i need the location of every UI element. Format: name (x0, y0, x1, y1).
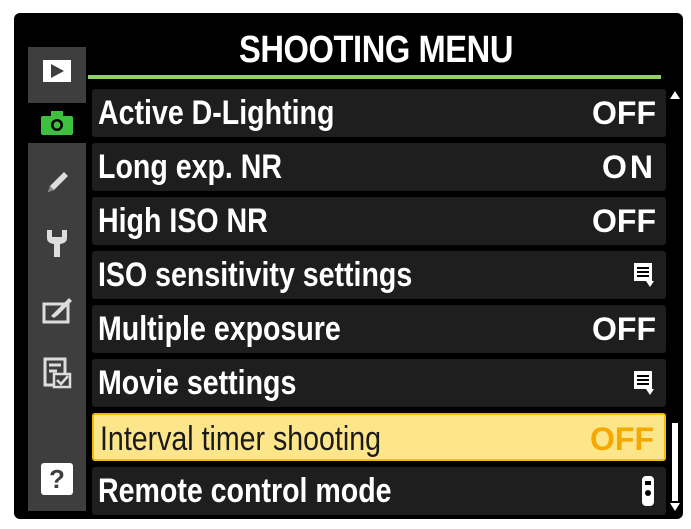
shooting-menu-tab[interactable] (28, 103, 86, 143)
custom-settings-tab[interactable] (28, 163, 86, 203)
menu-tabs-sidebar: ? (28, 47, 86, 511)
recent-settings-tab[interactable] (28, 353, 86, 393)
scroll-up-arrow-icon (670, 91, 680, 99)
camera-lcd-screen: SHOOTING MENU ? Active D-Lighting OFF Lo… (14, 13, 683, 519)
menu-list: Active D-Lighting OFF Long exp. NR ON Hi… (92, 89, 666, 519)
menu-title: SHOOTING MENU (238, 28, 514, 71)
menu-item-label: Interval timer shooting (100, 420, 381, 458)
menu-item-value: OFF (590, 421, 654, 457)
menu-item-label: Multiple exposure (98, 310, 341, 348)
menu-item-active-d-lighting[interactable]: Active D-Lighting OFF (92, 89, 666, 137)
setup-menu-tab[interactable] (28, 223, 86, 263)
menu-item-label: High ISO NR (98, 202, 268, 240)
menu-item-long-exp-nr[interactable]: Long exp. NR ON (92, 143, 666, 191)
retouch-menu-tab[interactable] (28, 291, 86, 331)
scrollbar[interactable] (670, 91, 680, 511)
menu-item-label: Movie settings (98, 364, 297, 402)
title-underline (88, 75, 661, 79)
remote-icon (642, 476, 654, 506)
menu-item-value: OFF (592, 311, 656, 347)
menu-item-remote-control-mode[interactable]: Remote control mode (92, 467, 666, 515)
menu-item-high-iso-nr[interactable]: High ISO NR OFF (92, 197, 666, 245)
menu-item-movie-settings[interactable]: Movie settings (92, 359, 666, 407)
wrench-icon (47, 230, 67, 257)
menu-item-label: Remote control mode (98, 472, 392, 510)
playback-icon (43, 60, 71, 82)
camera-icon (41, 111, 73, 135)
menu-item-value: OFF (592, 95, 656, 131)
scroll-down-arrow-icon (670, 503, 680, 511)
scroll-thumb[interactable] (672, 423, 678, 501)
menu-item-interval-timer-shooting[interactable]: Interval timer shooting OFF (92, 413, 666, 461)
menu-item-iso-sensitivity-settings[interactable]: ISO sensitivity settings (92, 251, 666, 299)
menu-item-label: Long exp. NR (98, 148, 283, 186)
submenu-icon (634, 263, 654, 287)
retouch-brush-icon (42, 298, 72, 324)
menu-item-multiple-exposure[interactable]: Multiple exposure OFF (92, 305, 666, 353)
menu-item-value (632, 369, 656, 397)
pencil-icon (48, 172, 68, 192)
menu-item-value (640, 475, 656, 507)
recent-settings-icon (43, 357, 72, 389)
menu-item-value: ON (602, 149, 656, 185)
menu-item-label: ISO sensitivity settings (98, 256, 413, 294)
help-icon: ? (41, 463, 73, 495)
submenu-icon (634, 371, 654, 395)
menu-item-value: OFF (592, 203, 656, 239)
playback-menu-tab[interactable] (28, 51, 86, 91)
menu-item-label: Active D-Lighting (98, 94, 335, 132)
help-tab[interactable]: ? (28, 459, 86, 499)
help-label: ? (49, 463, 65, 494)
menu-item-value (632, 261, 656, 289)
